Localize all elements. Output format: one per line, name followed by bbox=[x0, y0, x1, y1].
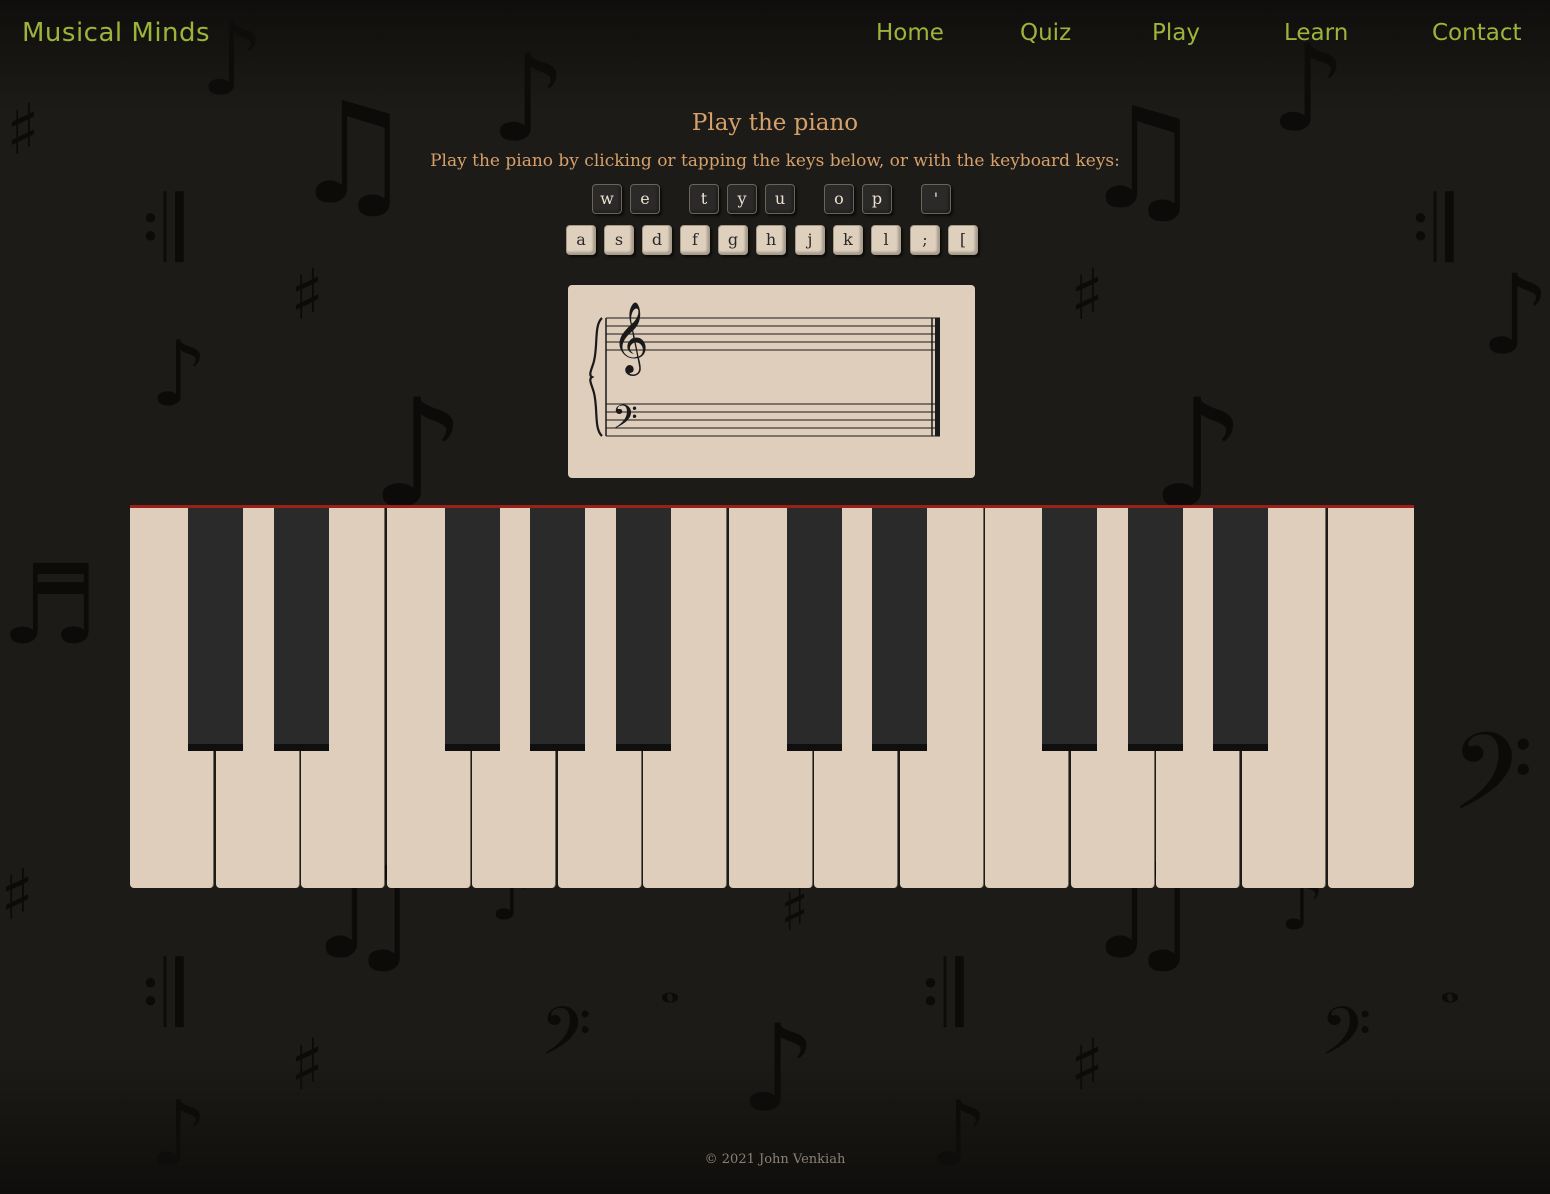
key-hint-a: a bbox=[566, 225, 596, 255]
repeat-icon: 𝄇 bbox=[140, 942, 184, 1047]
nav-quiz[interactable]: Quiz bbox=[1020, 20, 1071, 46]
nav-home[interactable]: Home bbox=[876, 20, 944, 46]
key-hint-o: o bbox=[824, 184, 854, 214]
black-key[interactable] bbox=[1128, 508, 1183, 751]
black-key[interactable] bbox=[188, 508, 243, 751]
key-hint-h: h bbox=[756, 225, 786, 255]
repeat-icon: 𝄇 bbox=[140, 177, 184, 282]
bass-clef-icon: 𝄢 bbox=[1450, 709, 1534, 861]
key-hint-d: d bbox=[642, 225, 672, 255]
piano-keyboard bbox=[130, 505, 1414, 889]
whole-note-icon: 𝅝 bbox=[1440, 956, 1460, 1014]
key-hint-semicolon: ; bbox=[910, 225, 940, 255]
key-hint-s: s bbox=[604, 225, 634, 255]
key-hint-f: f bbox=[680, 225, 710, 255]
repeat-icon: 𝄇 bbox=[920, 942, 964, 1047]
treble-clef-icon: 𝄞 bbox=[612, 300, 649, 376]
bass-clef-icon: 𝄢 bbox=[612, 399, 638, 445]
repeat-icon: 𝄇 bbox=[1410, 177, 1454, 282]
key-hint-l: l bbox=[871, 225, 901, 255]
key-hint-t: t bbox=[689, 184, 719, 214]
sharp-icon: ♯ bbox=[780, 875, 810, 945]
black-key[interactable] bbox=[1042, 508, 1097, 751]
grand-staff-svg: 𝄞 𝄢 bbox=[589, 300, 940, 445]
sharp-icon: ♯ bbox=[1070, 254, 1104, 336]
sharp-icon: ♯ bbox=[0, 854, 34, 936]
key-hint-u: u bbox=[765, 184, 795, 214]
key-hint-p: p bbox=[862, 184, 892, 214]
nav-play[interactable]: Play bbox=[1152, 20, 1200, 46]
bottom-shade bbox=[0, 1054, 1550, 1194]
site-logo[interactable]: Musical Minds bbox=[22, 18, 210, 48]
music-staff: 𝄞 𝄢 bbox=[568, 285, 975, 478]
note-icon: ♪ bbox=[150, 322, 208, 427]
black-key[interactable] bbox=[530, 508, 585, 751]
beamed-notes-icon: ♬ bbox=[0, 541, 99, 669]
black-key[interactable] bbox=[616, 508, 671, 751]
note-icon: ♪ bbox=[1480, 251, 1550, 379]
black-key[interactable] bbox=[1213, 508, 1268, 751]
key-hint-bracket: [ bbox=[948, 225, 978, 255]
black-key[interactable] bbox=[787, 508, 842, 751]
key-hint-k: k bbox=[833, 225, 863, 255]
footer-copyright: © 2021 John Venkiah bbox=[704, 1152, 846, 1167]
nav-learn[interactable]: Learn bbox=[1284, 20, 1348, 46]
sharp-icon: ♯ bbox=[290, 254, 324, 336]
nav-contact[interactable]: Contact bbox=[1432, 20, 1521, 46]
instructions-text: Play the piano by clicking or tapping th… bbox=[430, 151, 1120, 171]
black-key[interactable] bbox=[274, 508, 329, 751]
black-key[interactable] bbox=[872, 508, 927, 751]
black-key[interactable] bbox=[445, 508, 500, 751]
brace-icon bbox=[589, 317, 603, 437]
key-hint-w: w bbox=[592, 184, 622, 214]
key-hint-quote: ' bbox=[921, 184, 951, 214]
page: ♯ ♪ ♫ ♪ 𝄇 ♯ ♪ ♪ ♬ ♪ ♫ ♯ 𝄇 ♪ ♪ ♯ ♫ ♪ ♯ ♫ … bbox=[0, 0, 1550, 1194]
top-shade bbox=[0, 0, 1550, 110]
key-hint-e: e bbox=[630, 184, 660, 214]
key-hint-y: y bbox=[727, 184, 757, 214]
white-key[interactable] bbox=[1328, 508, 1414, 888]
final-barline bbox=[935, 318, 940, 436]
key-hint-g: g bbox=[718, 225, 748, 255]
page-title: Play the piano bbox=[691, 110, 859, 136]
key-hint-j: j bbox=[795, 225, 825, 255]
whole-note-icon: 𝅝 bbox=[660, 956, 680, 1014]
